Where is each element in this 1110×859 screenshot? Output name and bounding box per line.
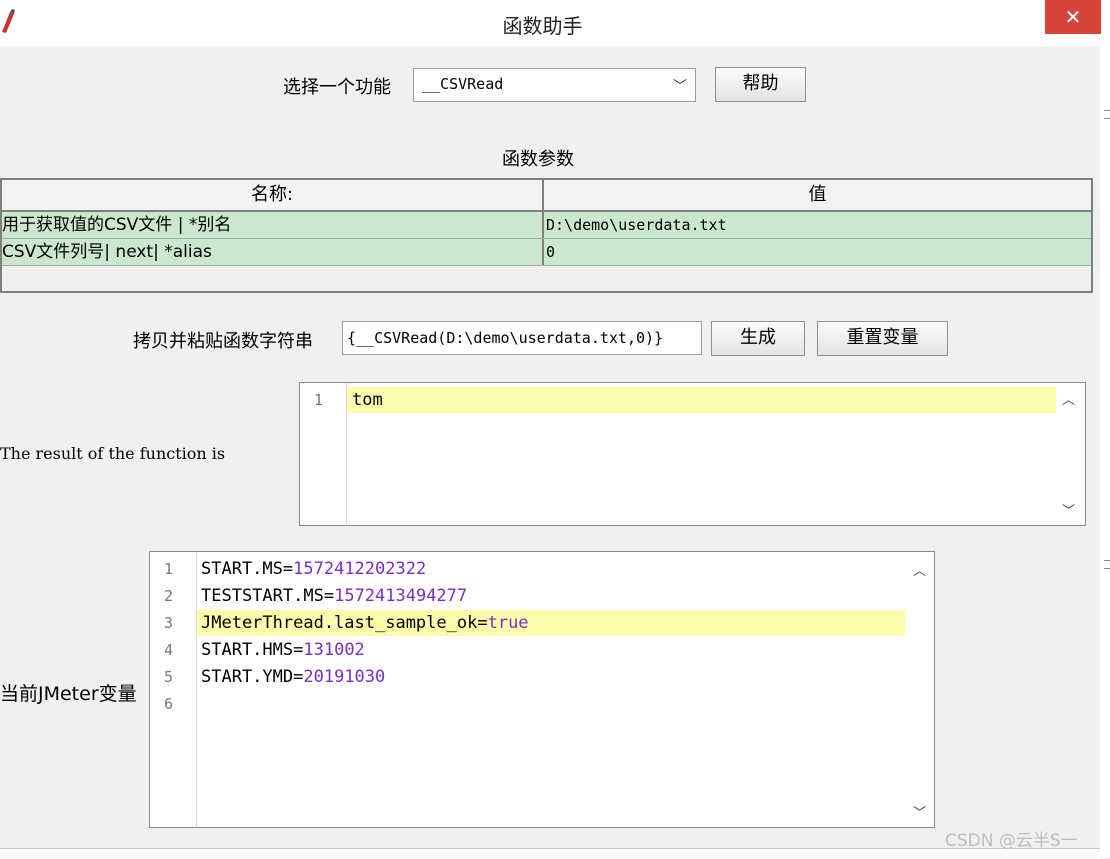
- title-bar: 函数助手 ✕: [0, 0, 1110, 46]
- variable-value: 1572413494277: [334, 586, 468, 606]
- line-number: 4: [164, 641, 174, 659]
- param-value-cell[interactable]: 0: [546, 239, 1086, 265]
- variable-line: START.YMD=20191030: [201, 667, 386, 687]
- line-number: 5: [164, 668, 174, 686]
- line-number: 1: [164, 560, 174, 578]
- line-number: 6: [164, 695, 174, 713]
- params-table: 名称: 值 用于获取值的CSV文件 | *别名 D:\demo\userdata…: [0, 178, 1093, 293]
- line-number: 1: [314, 391, 324, 409]
- scroll-down-icon[interactable]: ﹀: [1062, 500, 1075, 519]
- variable-value: 20191030: [303, 667, 386, 687]
- scroll-up-icon[interactable]: ︿: [913, 560, 926, 579]
- variable-line: TESTSTART.MS=1572413494277: [201, 586, 468, 606]
- function-select-value: __CSVRead: [422, 75, 504, 93]
- help-button[interactable]: 帮助: [715, 67, 806, 102]
- chevron-down-icon[interactable]: ﹀: [673, 76, 687, 96]
- function-select[interactable]: __CSVRead ﹀: [413, 68, 696, 102]
- line-number: 3: [164, 614, 174, 632]
- param-name-cell: CSV文件列号| next| *alias: [2, 242, 212, 262]
- param-name-cell: 用于获取值的CSV文件 | *别名: [2, 215, 232, 235]
- variable-key: JMeterThread.last_sample_ok: [201, 613, 478, 633]
- window-title: 函数助手: [502, 14, 583, 38]
- variable-key: START.HMS: [201, 640, 294, 660]
- variable-value: 1572412202322: [293, 559, 427, 579]
- watermark: CSDN @云半S一: [945, 831, 1078, 851]
- column-header-name[interactable]: 名称:: [2, 180, 544, 212]
- window-edge: [1100, 40, 1110, 858]
- variable-line: JMeterThread.last_sample_ok=true: [201, 613, 529, 633]
- param-value-cell[interactable]: D:\demo\userdata.txt: [546, 212, 1086, 238]
- function-select-label: 选择一个功能: [283, 77, 391, 98]
- variables-label: 当前JMeter变量: [0, 683, 137, 705]
- table-row[interactable]: CSV文件列号| next| *alias 0: [2, 239, 1091, 266]
- reset-variables-button[interactable]: 重置变量: [817, 321, 948, 356]
- line-number-gutter: [300, 383, 347, 525]
- result-editor[interactable]: 1 tom ︿ ﹀: [299, 382, 1086, 526]
- variable-value: 131002: [303, 640, 365, 660]
- result-label: The result of the function is: [0, 444, 226, 463]
- variable-key: START.MS: [201, 559, 283, 579]
- params-section-title: 函数参数: [502, 149, 574, 170]
- status-strip: [0, 848, 1100, 859]
- scroll-down-icon[interactable]: ﹀: [913, 802, 926, 821]
- current-line-highlight: [347, 387, 1056, 413]
- variable-value: true: [487, 613, 529, 633]
- variable-key: START.YMD: [201, 667, 294, 687]
- column-header-value[interactable]: 值: [544, 180, 1091, 212]
- variables-editor[interactable]: 1 START.MS=1572412202322 2 TESTSTART.MS=…: [149, 551, 935, 828]
- variable-key: TESTSTART.MS: [201, 586, 324, 606]
- scroll-up-icon[interactable]: ︿: [1062, 389, 1075, 408]
- variable-line: START.MS=1572412202322: [201, 559, 427, 579]
- line-number-gutter: [150, 552, 197, 827]
- generate-button[interactable]: 生成: [711, 321, 805, 356]
- function-string-label: 拷贝并粘贴函数字符串: [133, 331, 313, 352]
- function-string-field[interactable]: {__CSVRead(D:\demo\userdata.txt,0)}: [342, 321, 702, 355]
- variable-line: START.HMS=131002: [201, 640, 365, 660]
- close-button[interactable]: ✕: [1045, 0, 1101, 34]
- result-line: tom: [352, 390, 383, 410]
- table-row[interactable]: 用于获取值的CSV文件 | *别名 D:\demo\userdata.txt: [2, 212, 1091, 239]
- line-number: 2: [164, 587, 174, 605]
